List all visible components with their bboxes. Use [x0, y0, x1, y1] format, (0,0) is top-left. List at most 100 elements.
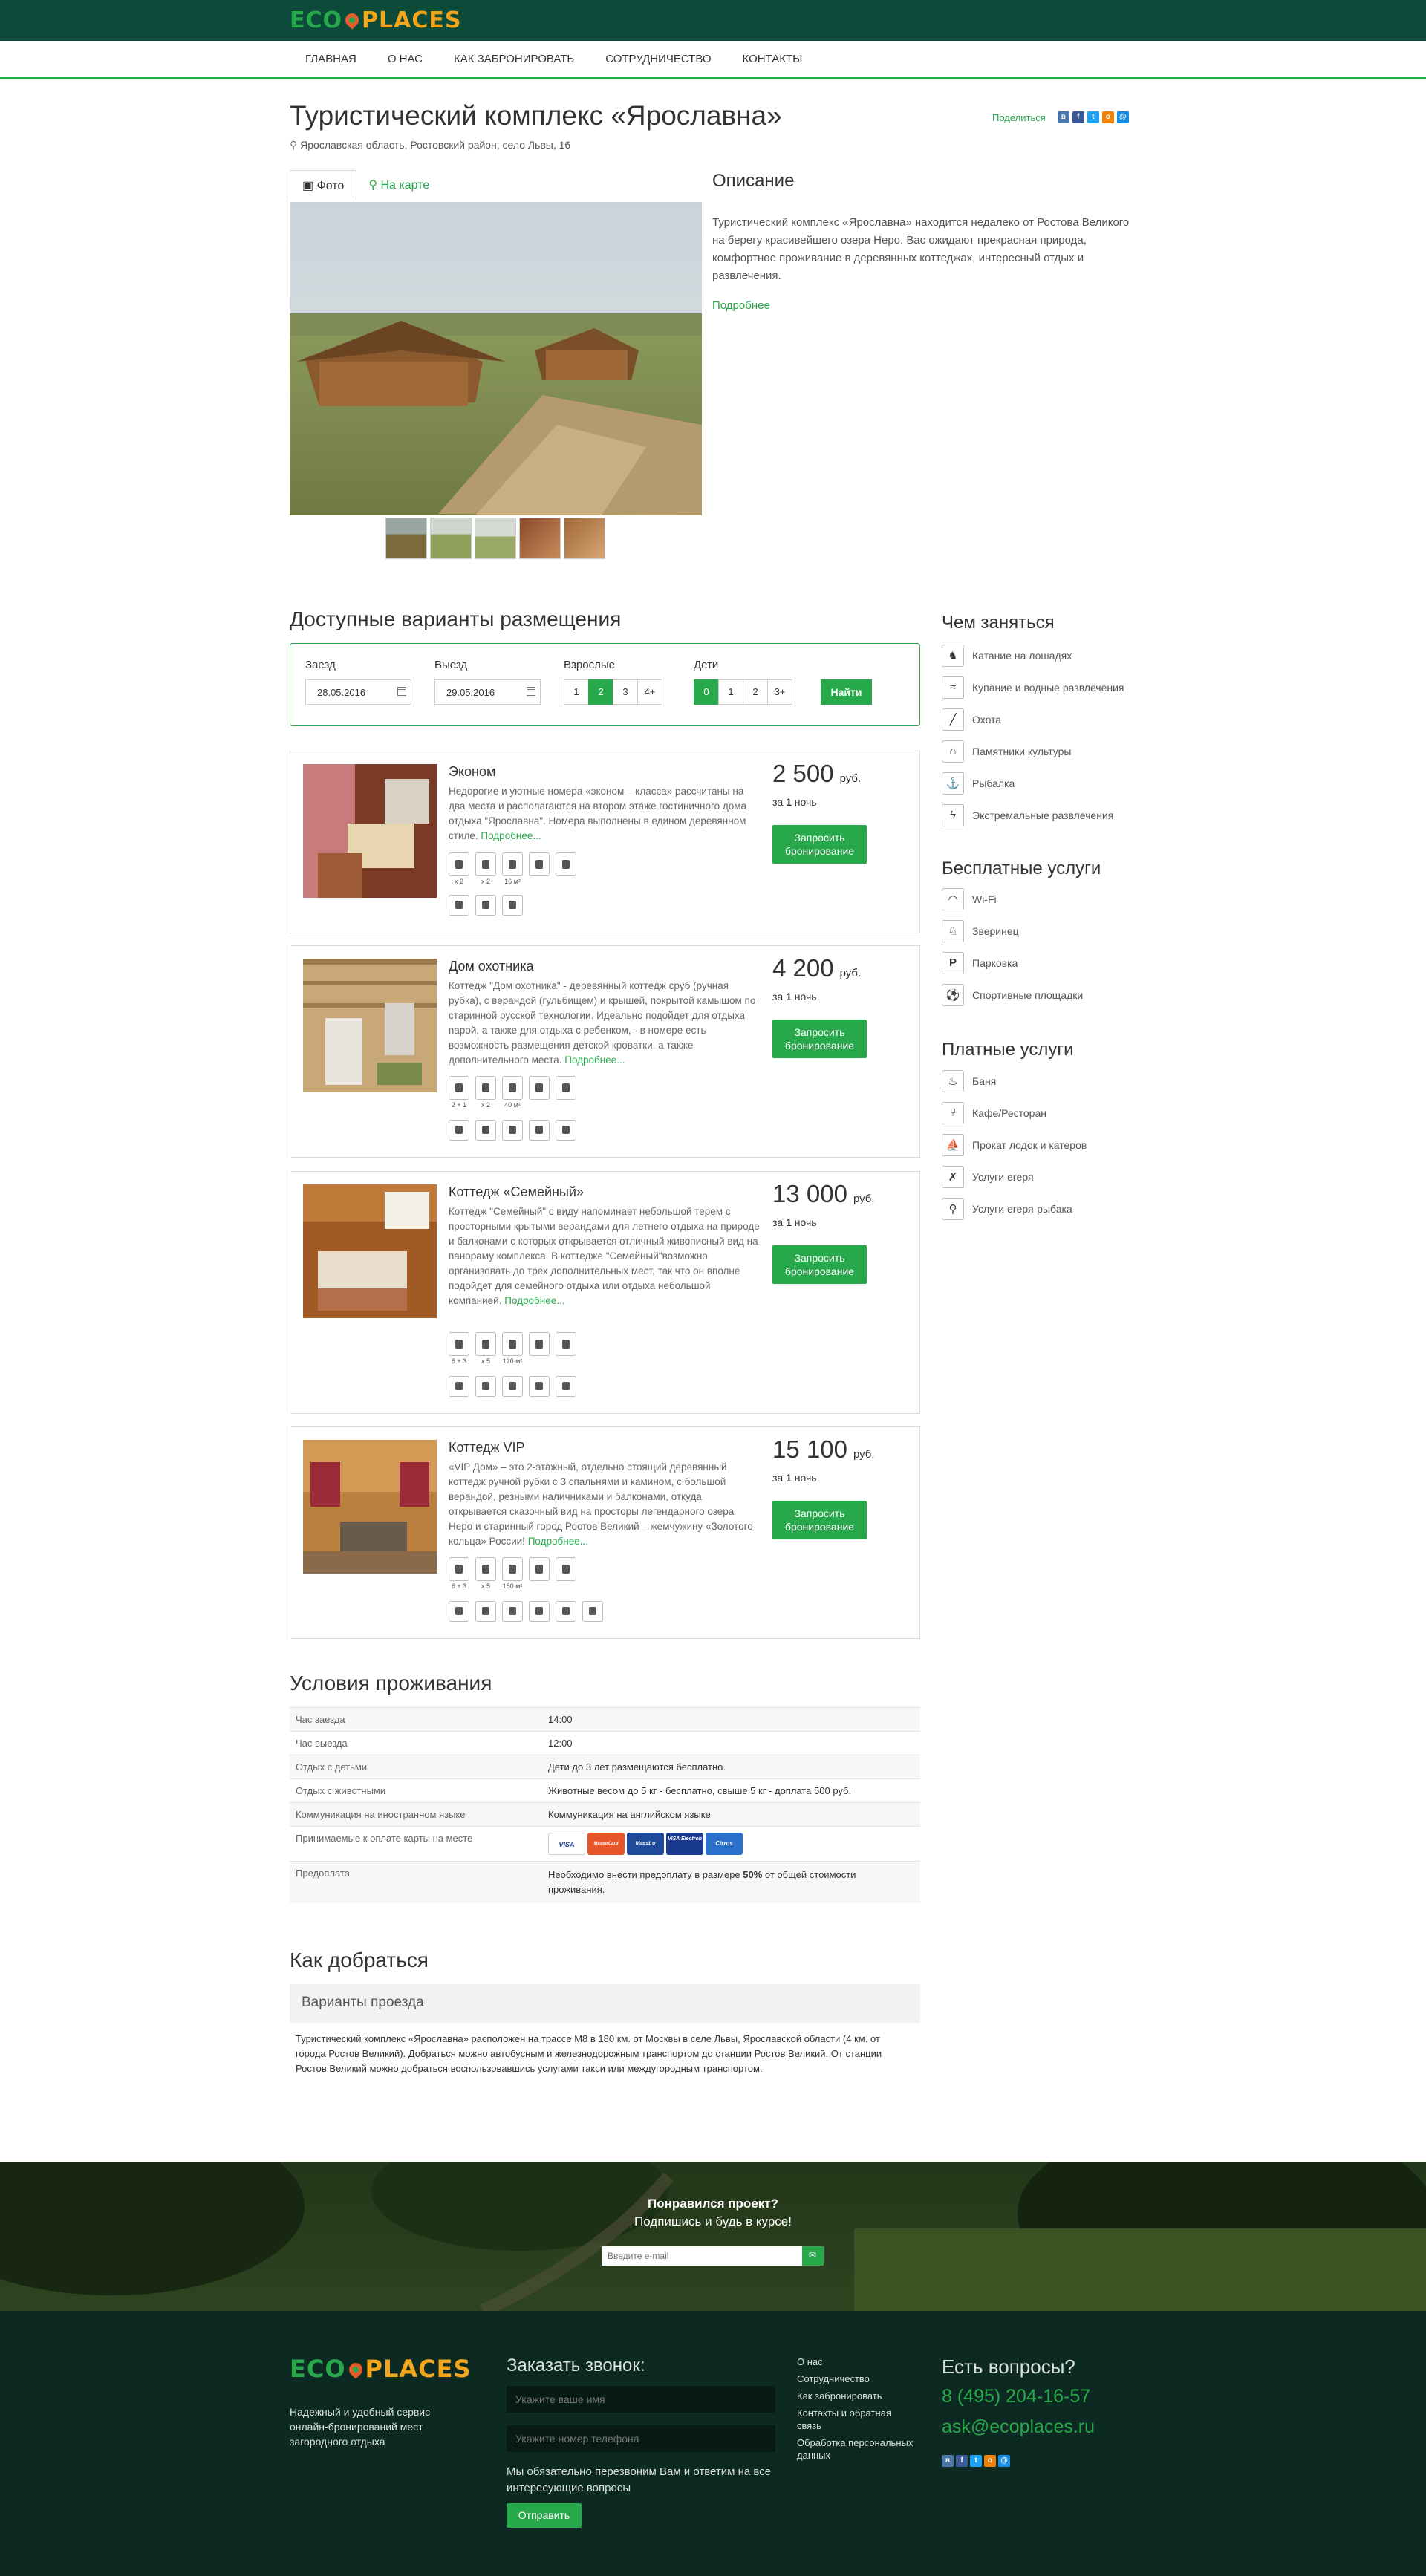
nav-item-home[interactable]: ГЛАВНАЯ: [290, 41, 372, 77]
description-text: Туристический комплекс «Ярославна» наход…: [712, 216, 1130, 282]
room-name[interactable]: Коттедж «Семейный»: [449, 1184, 584, 1200]
list-item[interactable]: ◠ Wi-Fi: [942, 883, 1083, 915]
period-suffix: ночь: [794, 1472, 817, 1484]
room-name[interactable]: Эконом: [449, 764, 495, 780]
room-more-link[interactable]: Подробнее...: [564, 1054, 625, 1066]
request-booking-button[interactable]: Запросить бронирование: [772, 825, 867, 864]
footer-link-contacts[interactable]: Контакты и обратная связь: [797, 2407, 916, 2432]
callback-phone-input[interactable]: [507, 2425, 775, 2452]
period-prefix: за: [772, 796, 784, 808]
request-booking-button[interactable]: Запросить бронирование: [772, 1245, 867, 1284]
thumbnail[interactable]: [564, 518, 605, 559]
room-more-link[interactable]: Подробнее...: [504, 1295, 564, 1306]
room-name[interactable]: Коттедж VIP: [449, 1440, 525, 1455]
wifi-icon: [529, 852, 550, 876]
list-item[interactable]: ⚓ Рыбалка: [942, 767, 1124, 799]
odnoklassniki-icon[interactable]: о: [984, 2455, 996, 2467]
list-item[interactable]: ⚲ Услуги егеря-рыбака: [942, 1193, 1087, 1225]
footer-link-about[interactable]: О нас: [797, 2355, 916, 2368]
list-item[interactable]: ╱ Охота: [942, 703, 1124, 735]
route-options-panel[interactable]: Варианты проезда: [290, 1984, 920, 2023]
checkout-date-field[interactable]: 29.05.2016: [434, 679, 541, 705]
thumbnail[interactable]: [385, 518, 427, 559]
checkin-date-field[interactable]: 28.05.2016: [305, 679, 411, 705]
callback-name-input[interactable]: [507, 2386, 775, 2413]
footer-link-cooperation[interactable]: Сотрудничество: [797, 2373, 916, 2385]
share-bar: Поделиться в f t о @: [992, 111, 1129, 123]
main-photo[interactable]: [290, 202, 702, 515]
nav-item-cooperation[interactable]: СОТРУДНИЧЕСТВО: [590, 41, 726, 77]
facebook-icon[interactable]: f: [956, 2455, 968, 2467]
adults-option[interactable]: 3: [613, 679, 638, 705]
footer-link-how-to-book[interactable]: Как забронировать: [797, 2390, 916, 2402]
price-period: за 1 ночь: [772, 991, 817, 1002]
thumbnail[interactable]: [475, 518, 516, 559]
room-photo[interactable]: [303, 1184, 437, 1318]
callback-send-button[interactable]: Отправить: [507, 2503, 582, 2528]
tab-map[interactable]: ⚲ На карте: [356, 170, 441, 200]
mailru-icon[interactable]: @: [998, 2455, 1010, 2467]
subscribe-email-input[interactable]: [602, 2246, 802, 2266]
children-option[interactable]: 2: [743, 679, 768, 705]
accepted-cards: VISA MasterCard MaestroVISA ElectronCirrus: [542, 1826, 920, 1862]
logo[interactable]: ECO PLACES: [290, 7, 461, 33]
adults-option[interactable]: 4+: [637, 679, 662, 705]
list-item[interactable]: ⛵ Прокат лодок и катеров: [942, 1129, 1087, 1161]
footer-logo[interactable]: ECO PLACES: [290, 2355, 472, 2383]
mailru-icon[interactable]: @: [1116, 111, 1129, 123]
room-photo[interactable]: [303, 1440, 437, 1574]
list-item[interactable]: ⑂ Кафе/Ресторан: [942, 1097, 1087, 1129]
route-title: Как добраться: [290, 1949, 429, 1972]
footer-link-privacy[interactable]: Обработка персональных данных: [797, 2436, 916, 2462]
odnoklassniki-icon[interactable]: о: [1101, 111, 1114, 123]
request-booking-button[interactable]: Запросить бронирование: [772, 1501, 867, 1539]
twitter-icon[interactable]: t: [1087, 111, 1099, 123]
vk-icon[interactable]: в: [942, 2455, 954, 2467]
area-caption: 120 м²: [502, 1357, 523, 1365]
price-value: 4 200: [772, 954, 834, 982]
room-name[interactable]: Дом охотника: [449, 959, 534, 974]
footer-email[interactable]: ask@ecoplaces.ru: [942, 2416, 1095, 2438]
footer-phone[interactable]: 8 (495) 204-16-57: [942, 2386, 1090, 2407]
list-item[interactable]: P Парковка: [942, 947, 1083, 979]
restaurant-icon: [556, 852, 576, 876]
list-item[interactable]: ♞ Катание на лошадях: [942, 639, 1124, 671]
list-item[interactable]: ✗ Услуги егеря: [942, 1161, 1087, 1193]
room-more-link[interactable]: Подробнее...: [481, 830, 541, 841]
condition-key: Час выезда: [290, 1731, 542, 1755]
request-booking-button[interactable]: Запросить бронирование: [772, 1020, 867, 1058]
thumbnail[interactable]: [430, 518, 472, 559]
facebook-icon[interactable]: f: [1072, 111, 1084, 123]
monument-icon: ⌂: [942, 740, 964, 763]
nav-item-contacts[interactable]: КОНТАКТЫ: [727, 41, 818, 77]
children-option[interactable]: 1: [718, 679, 743, 705]
find-button[interactable]: Найти: [821, 679, 872, 705]
room-description-text: Коттедж "Дом охотника" - деревянный котт…: [449, 980, 756, 1066]
fireplace-icon: [529, 1601, 550, 1622]
guests-icon: [449, 1076, 469, 1100]
children-option[interactable]: 3+: [767, 679, 792, 705]
list-item[interactable]: ϟ Экстремальные развлечения: [942, 799, 1124, 831]
twitter-icon[interactable]: t: [970, 2455, 982, 2467]
adults-option[interactable]: 1: [564, 679, 589, 705]
list-item[interactable]: ♨ Баня: [942, 1065, 1087, 1097]
list-item[interactable]: ⌂ Памятники культуры: [942, 735, 1124, 767]
room-more-link[interactable]: Подробнее...: [528, 1536, 588, 1547]
room-photo[interactable]: [303, 764, 437, 898]
list-item[interactable]: ≈ Купание и водные развлечения: [942, 671, 1124, 703]
adults-option-selected[interactable]: 2: [588, 679, 613, 705]
tab-photo[interactable]: ▣ Фото: [290, 170, 357, 200]
room-photo[interactable]: [303, 959, 437, 1092]
list-item[interactable]: ♘ Зверинец: [942, 915, 1083, 947]
booking-search-form: Заезд 28.05.2016 Выезд 29.05.2016 Взросл…: [290, 643, 920, 726]
area-caption: 40 м²: [504, 1101, 521, 1109]
children-option-selected[interactable]: 0: [694, 679, 719, 705]
list-item[interactable]: ⚽ Спортивные площадки: [942, 979, 1083, 1011]
description-more-link[interactable]: Подробнее: [712, 299, 770, 312]
nav-item-how-to-book[interactable]: КАК ЗАБРОНИРОВАТЬ: [438, 41, 590, 77]
thumbnail[interactable]: [519, 518, 561, 559]
subscribe-button[interactable]: [802, 2246, 824, 2266]
bed-icon: [475, 852, 496, 876]
vk-icon[interactable]: в: [1057, 111, 1070, 123]
nav-item-about[interactable]: О НАС: [372, 41, 438, 77]
